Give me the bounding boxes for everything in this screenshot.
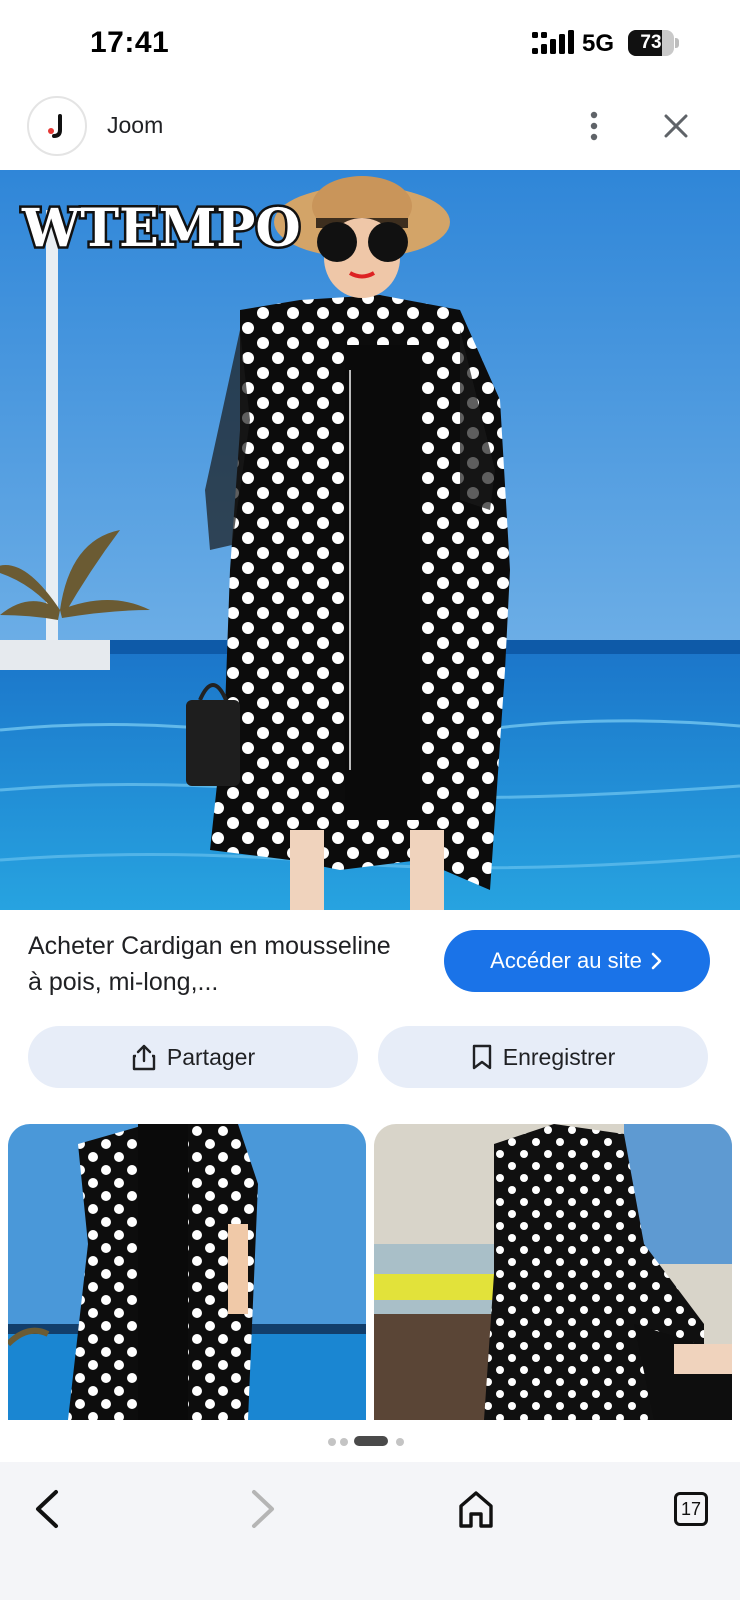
more-vertical-icon[interactable] xyxy=(574,106,614,146)
back-arrow-icon[interactable] xyxy=(28,1484,68,1534)
pager-dot xyxy=(396,1438,404,1446)
visit-site-label: Accéder au site xyxy=(490,948,642,973)
pager-dot-active xyxy=(354,1436,388,1446)
share-button[interactable]: Partager xyxy=(28,1026,358,1088)
battery-icon: 73 xyxy=(628,30,679,56)
save-button[interactable]: Enregistrer xyxy=(378,1026,708,1088)
share-label: Partager xyxy=(166,1043,256,1070)
forward-arrow-icon[interactable] xyxy=(242,1484,282,1534)
product-image[interactable]: WTEMPO xyxy=(0,170,740,910)
network-type: 5G xyxy=(582,30,615,57)
share-icon xyxy=(132,1044,156,1071)
pager-dot xyxy=(340,1438,348,1446)
status-bar: 17:41 5G 73 xyxy=(0,0,740,88)
status-time: 17:41 xyxy=(90,26,170,59)
close-icon[interactable] xyxy=(656,106,696,146)
tabs-count: 17 xyxy=(674,1492,708,1526)
visit-site-button[interactable]: Accéder au site xyxy=(444,930,710,992)
site-name[interactable]: Joom xyxy=(107,112,163,139)
joom-logo-icon[interactable] xyxy=(27,96,87,156)
home-icon[interactable] xyxy=(456,1484,496,1534)
battery-percent: 73 xyxy=(640,32,662,53)
chevron-right-icon xyxy=(651,952,662,970)
bottom-nav: 17 xyxy=(0,1462,740,1600)
related-image[interactable] xyxy=(8,1124,366,1420)
bookmark-icon xyxy=(472,1044,491,1070)
tabs-button[interactable]: 17 xyxy=(672,1484,712,1534)
image-pager xyxy=(328,1436,414,1448)
wtempo-watermark: WTEMPO xyxy=(21,198,301,259)
pager-dot xyxy=(328,1438,336,1446)
result-title[interactable]: Acheter Cardigan en mousseline à pois, m… xyxy=(28,928,408,1000)
save-label: Enregistrer xyxy=(502,1043,616,1070)
app-header: Joom xyxy=(0,88,740,170)
related-image[interactable] xyxy=(374,1124,732,1420)
signal-icon xyxy=(532,30,574,54)
